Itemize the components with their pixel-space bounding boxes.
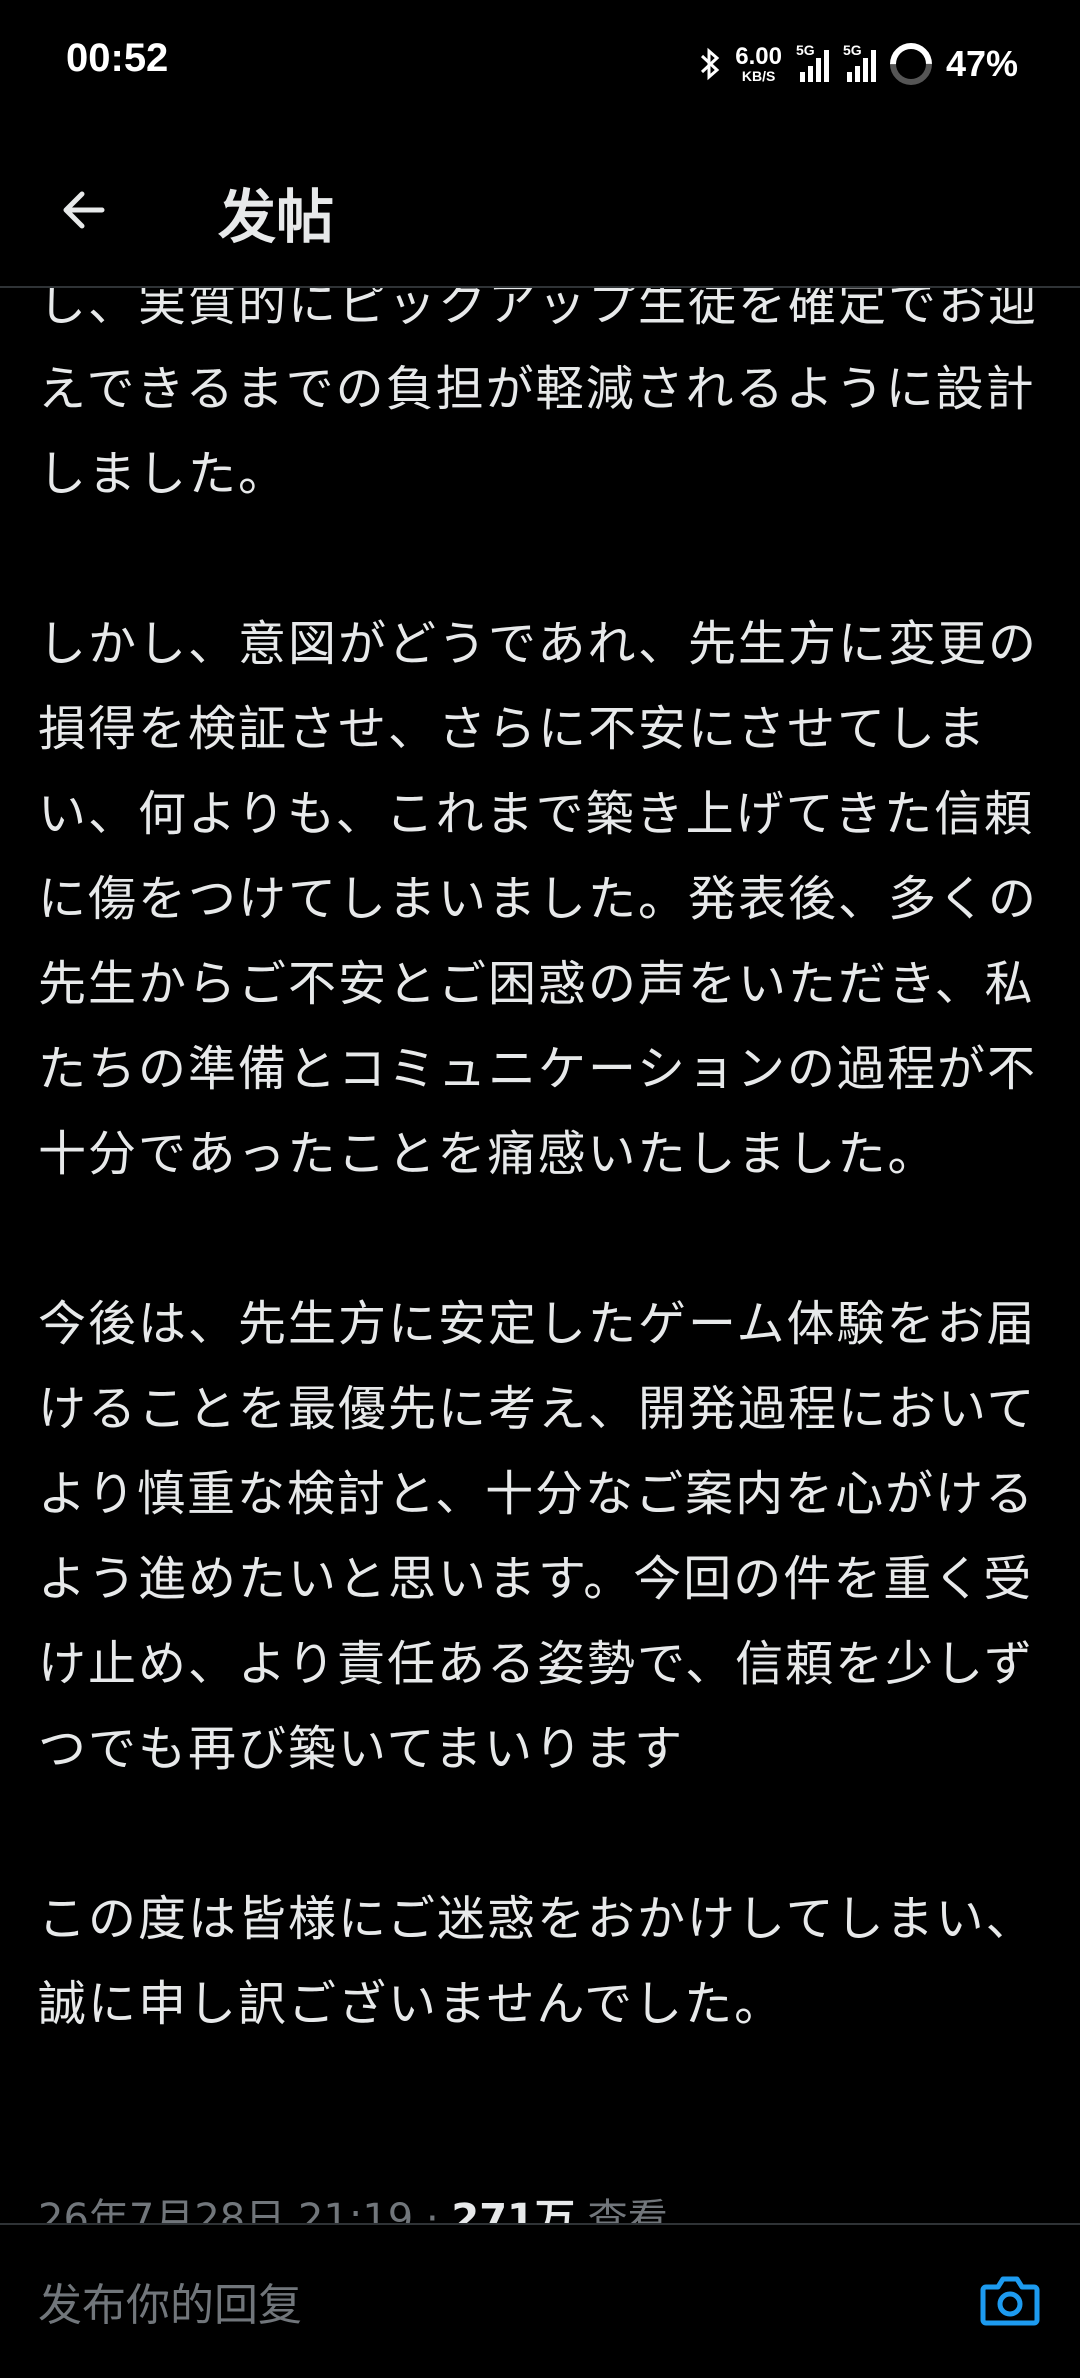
app-header: 发帖 <box>0 130 1080 288</box>
battery-percent: 47% <box>945 43 1018 84</box>
back-button[interactable] <box>46 172 122 248</box>
network-speed-unit: KB/S <box>741 68 776 84</box>
signal-strength-icon: 5G <box>843 42 876 82</box>
post-meta: 26年7月28日 21:19 · 271万 查看 <box>38 2186 668 2223</box>
post-timestamp: 26年7月28日 21:19 <box>38 2196 414 2223</box>
post-content[interactable]: し、実質的にピックアップ生徒を確定でお迎えできるまでの負担が軽減されるように設計… <box>0 288 1080 2223</box>
view-count: 271万 <box>451 2196 575 2223</box>
status-icons: 6.00 KB/S 5G 5G 47% <box>699 34 1018 94</box>
bluetooth-icon <box>701 47 720 81</box>
network-speed-value: 6.00 <box>735 43 782 70</box>
network-speed: 6.00 KB/S <box>735 43 782 84</box>
reply-bar: 发布你的回复 <box>0 2223 1080 2378</box>
post-body-text: し、実質的にピックアップ生徒を確定でお迎えできるまでの負担が軽減されるように設計… <box>38 288 1039 2032</box>
page-title: 发帖 <box>218 183 335 251</box>
camera-button[interactable] <box>978 2269 1042 2333</box>
arrow-left-icon <box>63 191 105 229</box>
view-label: 查看 <box>587 2196 668 2223</box>
battery-icon <box>881 34 941 94</box>
meta-separator: · <box>425 2196 439 2223</box>
status-bar: 00:52 6.00 KB/S 5G 5G 47% <box>0 0 1080 130</box>
reply-input[interactable]: 发布你的回复 <box>38 2269 302 2333</box>
camera-icon <box>980 2276 1040 2326</box>
status-time: 00:52 <box>66 36 169 80</box>
signal-strength-icon: 5G <box>796 42 829 82</box>
